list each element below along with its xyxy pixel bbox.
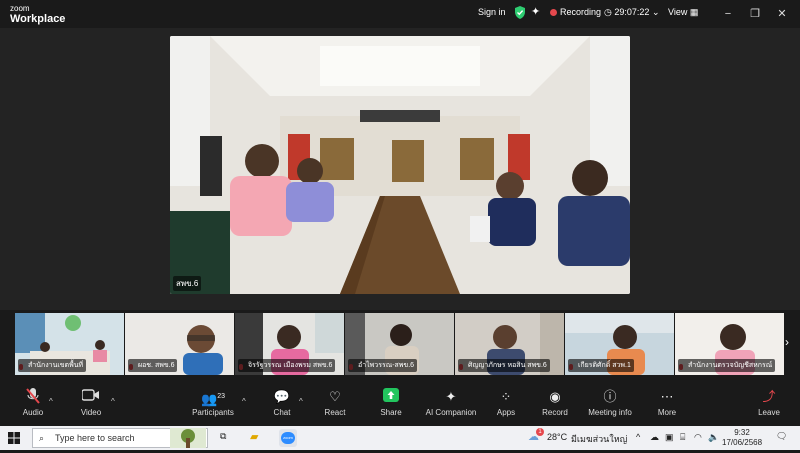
meeting-info-label: Meeting info <box>588 408 632 417</box>
participant-tile[interactable]: ผอช. สพข.6 <box>125 313 234 375</box>
restore-button[interactable]: ❐ <box>745 5 765 23</box>
audio-label: Audio <box>22 408 44 417</box>
onedrive-icon[interactable]: ☁ <box>650 432 659 443</box>
record-label: Record <box>542 408 568 417</box>
clock-icon: ◷ <box>604 7 612 17</box>
share-screen-icon <box>361 388 421 406</box>
zoom-logo: zoom Workplace <box>10 4 66 25</box>
more-label: More <box>657 408 677 417</box>
windows-start-icon[interactable] <box>8 431 20 449</box>
participant-tile[interactable]: เกียรติศักดิ์ สวพ.1 <box>565 313 674 375</box>
task-view-icon[interactable]: ⧉ <box>220 431 226 442</box>
notifications-icon[interactable]: 🗨 <box>776 431 787 442</box>
recording-indicator[interactable]: Recording <box>550 7 601 17</box>
view-label: View <box>668 7 688 17</box>
participant-name: สำนักงานเขตพื้นที่ <box>18 359 87 372</box>
chat-label: Chat <box>273 408 291 417</box>
participants-label: Participants <box>192 408 234 417</box>
security-icon[interactable]: ▣ <box>665 432 674 443</box>
weather-description[interactable]: มีเมฆส่วนใหญ่ <box>571 432 627 446</box>
heart-icon: ♡ <box>329 389 341 404</box>
meeting-info-button[interactable]: ⓘ Meeting info <box>580 388 640 417</box>
leave-button[interactable]: ⤴ Leave <box>739 388 799 417</box>
minimize-button[interactable]: − <box>718 5 738 23</box>
participant-name: จิรรัฐวรรณ เมืองพรม สพข.6 <box>238 359 336 372</box>
participant-strip: สำนักงานเขตพื้นที่ ผอช. สพข.6 จิรรัฐวรรณ… <box>15 313 785 375</box>
chevron-right-icon[interactable]: › <box>785 335 789 349</box>
clock-date: 17/06/2568 <box>722 438 763 447</box>
participant-name: เกียรติศักดิ์ สวพ.1 <box>568 359 634 372</box>
recording-label: Recording <box>560 7 602 17</box>
meeting-timer[interactable]: ◷ 29:07:22 ⌄ <box>604 7 659 18</box>
close-button[interactable]: ✕ <box>772 5 792 23</box>
taskbar-search-placeholder: Type here to search <box>55 433 135 443</box>
participant-tile[interactable]: สำนักงานตรวจบัญชีสหกรณ์ <box>675 313 784 375</box>
participants-options-chevron-icon[interactable]: ^ <box>242 397 246 406</box>
logo-workplace-text: Workplace <box>10 13 66 25</box>
active-speaker-video[interactable]: สพข.6 <box>170 36 630 294</box>
share-label: Share <box>380 408 402 417</box>
record-button[interactable]: ◉ Record <box>525 388 585 417</box>
sign-in-button[interactable]: Sign in <box>478 7 506 17</box>
title-bar: zoom Workplace Sign in ✦ Recording ◷ 29:… <box>0 0 800 28</box>
chat-button[interactable]: 💬 Chat <box>252 388 312 417</box>
chat-options-chevron-icon[interactable]: ^ <box>299 397 303 406</box>
participants-icon-group: 👥23 <box>183 388 243 406</box>
ai-companion-label: AI Companion <box>425 408 477 417</box>
chat-bubble-icon: 💬 <box>273 389 291 404</box>
show-hidden-icons-chevron-icon[interactable]: ^ <box>636 432 640 442</box>
video-stage: สพข.6 <box>0 28 800 310</box>
ai-sparkle-icon[interactable]: ✦ <box>531 5 540 18</box>
participants-button[interactable]: 👥23 Participants <box>183 388 243 417</box>
mic-muted-icon <box>3 388 63 406</box>
participant-name: ศิญญาภักษร หอสิน สพข.6 <box>458 359 550 372</box>
participant-tile[interactable]: อำไพวรรณ-สพข.6 <box>345 313 454 375</box>
video-label: Video <box>80 408 102 417</box>
react-label: React <box>324 408 346 417</box>
wifi-icon[interactable]: ◠ <box>694 432 702 443</box>
system-clock[interactable]: 9:32 17/06/2568 <box>722 428 762 448</box>
recording-dot-icon <box>550 9 557 17</box>
timer-text: 29:07:22 <box>614 7 650 17</box>
leave-label: Leave <box>758 408 780 417</box>
more-dots-icon: ⋯ <box>660 389 674 404</box>
volume-icon[interactable]: 🔈 <box>708 432 719 443</box>
audio-button[interactable]: Audio <box>3 388 63 417</box>
share-button[interactable]: Share <box>361 388 421 417</box>
react-button[interactable]: ♡ React <box>305 388 365 417</box>
leave-icon: ⤴ <box>762 389 776 404</box>
file-explorer-icon[interactable]: ▰ <box>250 430 258 443</box>
zoom-app-icon: zoom <box>281 432 295 444</box>
participants-count: 23 <box>217 393 225 400</box>
network-icon[interactable]: ⌸ <box>680 432 685 443</box>
audio-options-chevron-icon[interactable]: ^ <box>49 397 53 406</box>
participant-tile[interactable]: ศิญญาภักษร หอสิน สพข.6 <box>455 313 564 375</box>
search-highlight-image[interactable] <box>170 428 206 453</box>
windows-taskbar: ⌕ Type here to search ⧉ ▰ zoom ☁ 1 28°C … <box>0 426 800 450</box>
clock-time: 9:32 <box>734 428 750 437</box>
search-icon: ⌕ <box>39 433 45 443</box>
grid-icon: ▦ <box>689 7 699 17</box>
more-button[interactable]: ⋯ More <box>637 388 697 417</box>
participant-tile[interactable]: จิรรัฐวรรณ เมืองพรม สพข.6 <box>235 313 344 375</box>
ai-sparkle-icon: ✦ <box>445 389 457 404</box>
security-shield-icon[interactable] <box>514 6 526 21</box>
participant-name: สำนักงานตรวจบัญชีสหกรณ์ <box>678 359 776 372</box>
people-icon: 👥 <box>201 391 218 407</box>
view-button[interactable]: View ▦ <box>668 7 698 18</box>
participant-tile[interactable]: สำนักงานเขตพื้นที่ <box>15 313 124 375</box>
meeting-toolbar: Audio ^ Video ^ 👥23 Participants ^ 💬 Cha… <box>0 388 800 424</box>
weather-badge: 1 <box>536 428 544 436</box>
conference-room-scene <box>170 36 630 294</box>
record-icon: ◉ <box>549 389 561 404</box>
video-options-chevron-icon[interactable]: ^ <box>111 397 115 406</box>
weather-temperature[interactable]: 28°C <box>547 432 567 442</box>
zoom-taskbar-app[interactable]: zoom <box>279 429 297 447</box>
ai-companion-button[interactable]: ✦ AI Companion <box>421 388 481 417</box>
chevron-down-icon: ⌄ <box>651 7 660 17</box>
participant-name: อำไพวรรณ-สพข.6 <box>348 359 418 372</box>
info-icon: ⓘ <box>603 389 617 404</box>
participant-name: ผอช. สพข.6 <box>128 359 178 372</box>
active-speaker-name: สพข.6 <box>173 276 202 291</box>
